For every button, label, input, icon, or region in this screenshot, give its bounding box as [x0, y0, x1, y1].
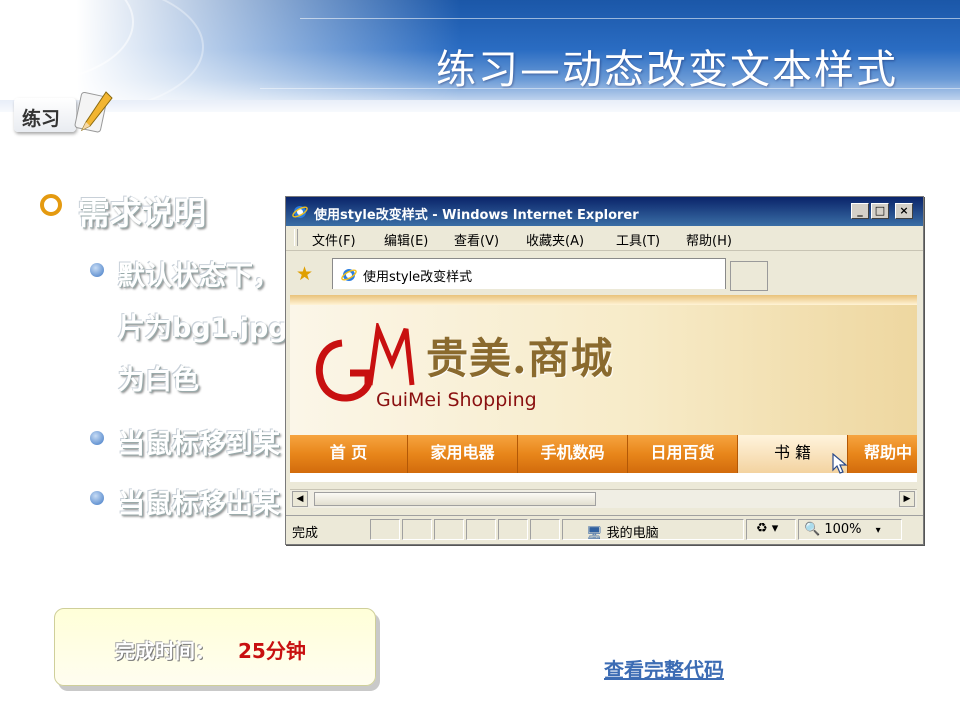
scroll-right-button[interactable]: ▶ — [899, 491, 915, 507]
slide-header: 练习—动态改变文本样式 — [0, 0, 960, 110]
bullet-item-1-line3: 为白色 — [118, 365, 199, 396]
new-tab-button[interactable] — [730, 261, 768, 291]
nav-help[interactable]: 帮助中 — [848, 435, 917, 473]
menu-edit[interactable]: 编辑(E) — [384, 230, 428, 249]
minimize-button[interactable]: _ — [851, 203, 869, 219]
slide-title: 练习—动态改变文本样式 — [436, 47, 898, 93]
window-titlebar[interactable]: 使用style改变样式 - Windows Internet Explorer … — [286, 197, 923, 226]
view-full-code-link[interactable]: 查看完整代码 — [604, 654, 724, 683]
security-zone: 🖥 我的电脑 — [586, 522, 659, 541]
bullet-item-3-text: 当鼠标移出某 — [118, 489, 280, 520]
status-bar: 完成 🖥 我的电脑 ♻ ▾ 🔍 100% ▾ — [286, 515, 923, 544]
header-band — [0, 100, 960, 112]
exercise-badge: 练习 — [14, 91, 114, 152]
bullet-item-1-text: 默认状态下， — [118, 261, 280, 292]
bullet-item-1-line2: 片为bg1.jpg — [118, 313, 288, 344]
favorites-star-icon[interactable]: ★ — [296, 263, 313, 285]
computer-icon: 🖥 — [586, 526, 603, 541]
bullet-dot-icon — [90, 263, 104, 277]
zoom-control[interactable]: 🔍 100% ▾ — [804, 522, 881, 537]
mouse-cursor-icon — [832, 453, 848, 474]
scroll-left-button[interactable]: ◀ — [292, 491, 308, 507]
close-button[interactable]: × — [895, 203, 913, 219]
nav-appliances[interactable]: 家用电器 — [408, 435, 518, 473]
page-viewport: 贵美.商城 GuiMei Shopping 首 页 家用电器 手机数码 日用百货… — [290, 295, 917, 482]
nav-home[interactable]: 首 页 — [290, 435, 408, 473]
tab-bar: ★ 使用style改变样式 — [286, 251, 923, 295]
page-ie-icon — [341, 269, 357, 281]
menu-view[interactable]: 查看(V) — [454, 230, 499, 249]
window-title: 使用style改变样式 - Windows Internet Explorer — [314, 208, 639, 223]
horizontal-scrollbar[interactable]: ◀ ▶ — [290, 489, 917, 508]
zoom-icon: 🔍 — [804, 522, 821, 537]
menu-file[interactable]: 文件(F) — [312, 230, 356, 249]
ie-browser-window: 使用style改变样式 - Windows Internet Explorer … — [285, 196, 924, 545]
menu-bar: 文件(F) 编辑(E) 查看(V) 收藏夹(A) 工具(T) 帮助(H) — [286, 226, 923, 251]
menubar-grip — [294, 229, 298, 246]
tab-title: 使用style改变样式 — [363, 270, 473, 285]
bullet-dot-icon — [90, 431, 104, 445]
brand-english: GuiMei Shopping — [376, 389, 537, 411]
scroll-thumb[interactable] — [314, 492, 596, 506]
internet-explorer-icon — [292, 206, 308, 218]
brand-chinese: 贵美.商城 — [426, 334, 614, 383]
bullet-dot-icon — [90, 491, 104, 505]
shop-nav-bar: 首 页 家用电器 手机数码 日用百货 书 籍 帮助中 — [290, 435, 917, 474]
chevron-down-icon: ▾ — [875, 525, 881, 536]
heading-text: 需求说明 — [78, 194, 207, 232]
protected-mode-icon[interactable]: ♻ ▾ — [756, 521, 778, 536]
bullet-ring-icon — [40, 194, 62, 216]
maximize-button[interactable]: □ — [871, 203, 889, 219]
nav-digital[interactable]: 手机数码 — [518, 435, 628, 473]
shop-banner: 贵美.商城 GuiMei Shopping — [290, 295, 917, 435]
bullet-item-2-text: 当鼠标移到某 — [118, 429, 280, 460]
time-label: 完成时间： — [115, 639, 215, 663]
pencil-icon — [74, 91, 113, 133]
zone-text: 我的电脑 — [606, 526, 659, 541]
nav-daily[interactable]: 日用百货 — [628, 435, 738, 473]
zoom-level: 100% — [824, 522, 862, 537]
browser-tab[interactable]: 使用style改变样式 — [332, 258, 726, 289]
menu-favorites[interactable]: 收藏夹(A) — [526, 230, 584, 249]
menu-help[interactable]: 帮助(H) — [686, 230, 732, 249]
status-text: 完成 — [292, 526, 319, 541]
time-value: 25分钟 — [238, 639, 306, 663]
badge-label: 练习 — [22, 108, 61, 130]
menu-tools[interactable]: 工具(T) — [616, 230, 660, 249]
time-box: 完成时间： 25分钟 — [54, 608, 376, 686]
